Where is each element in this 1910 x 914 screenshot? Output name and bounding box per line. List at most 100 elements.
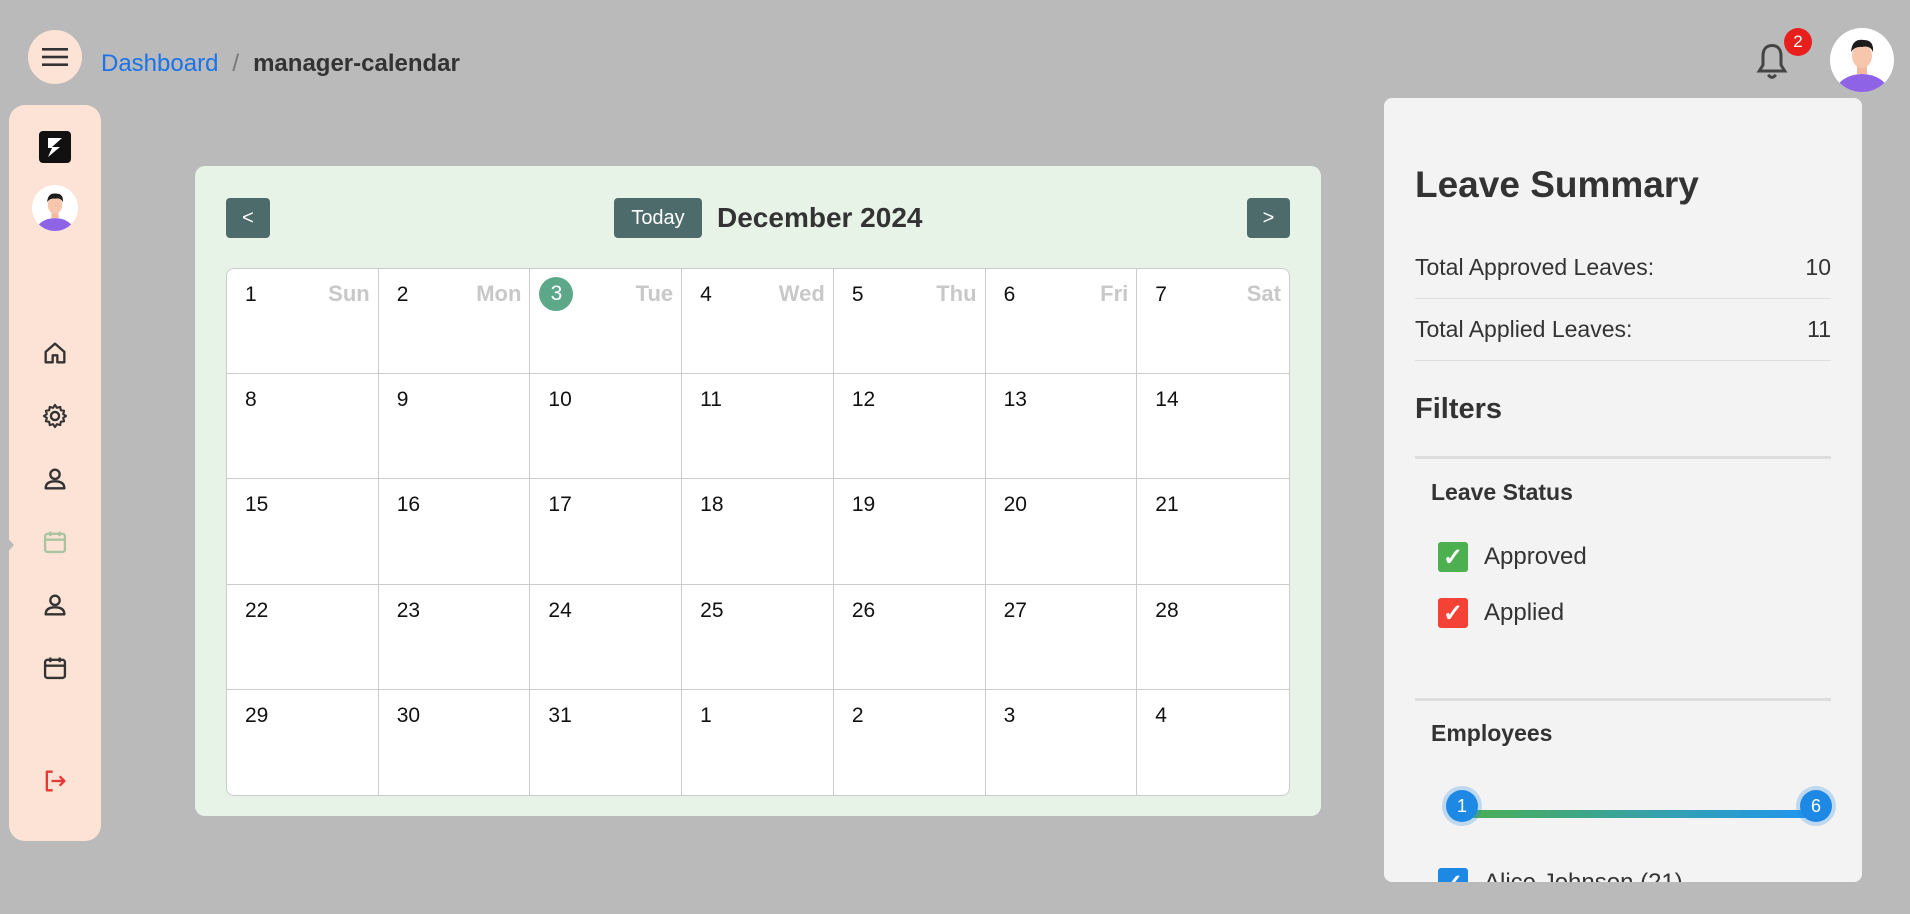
calendar-day-cell[interactable]: 3 bbox=[986, 689, 1138, 795]
calendar-day-cell[interactable]: 16 bbox=[378, 479, 531, 585]
day-number: 22 bbox=[245, 598, 269, 622]
day-number: 16 bbox=[396, 493, 421, 517]
sidebar-item-home[interactable] bbox=[39, 337, 71, 369]
approved-filter[interactable]: ✓ Approved bbox=[1438, 542, 1587, 572]
summary-title: Leave Summary bbox=[1415, 164, 1699, 205]
sidebar bbox=[9, 105, 101, 841]
calendar-day-cell[interactable]: 2 Mon bbox=[378, 269, 531, 375]
next-month-button[interactable]: > bbox=[1247, 198, 1290, 238]
app-logo bbox=[39, 131, 71, 163]
breadcrumb-dashboard-link[interactable]: Dashboard bbox=[101, 50, 218, 78]
calendar-day-cell[interactable]: 8 bbox=[227, 374, 379, 480]
sidebar-avatar[interactable] bbox=[32, 185, 78, 231]
calendar-day-cell[interactable]: 9 bbox=[378, 374, 531, 480]
calendar-day-cell[interactable]: 29 bbox=[227, 689, 379, 795]
sidebar-item-calendar-active[interactable] bbox=[39, 526, 71, 558]
day-number: 7 bbox=[1155, 283, 1167, 306]
calendar-day-cell[interactable]: 12 bbox=[833, 374, 986, 480]
employees-divider bbox=[1415, 698, 1831, 701]
calendar-grid: 1 Sun 2 Mon 3 Tue 4 Wed 5 Thu 6 Fri 7 Sat 8 9 10 11 12 13 14… bbox=[226, 268, 1290, 796]
slider-max-handle[interactable]: 6 bbox=[1800, 790, 1832, 822]
day-number: 14 bbox=[1155, 388, 1179, 412]
employee-range-slider[interactable] bbox=[1462, 810, 1816, 818]
calendar-day-cell[interactable]: 27 bbox=[985, 584, 1138, 690]
employee-filter-item[interactable]: ✓ Alice Johnson (21) bbox=[1438, 868, 1683, 882]
calendar-day-cell[interactable]: 5 Thu bbox=[833, 269, 986, 375]
sidebar-active-indicator bbox=[4, 534, 14, 556]
calendar-day-cell[interactable]: 19 bbox=[833, 479, 986, 585]
calendar-day-cell[interactable]: 30 bbox=[379, 689, 531, 795]
slider-min-handle[interactable]: 1 bbox=[1446, 790, 1478, 822]
calendar-day-cell[interactable]: 22 bbox=[227, 584, 379, 690]
calendar-day-cell[interactable]: 14 bbox=[1137, 374, 1289, 480]
day-number: 4 bbox=[700, 283, 712, 306]
day-number: 19 bbox=[851, 493, 876, 517]
calendar-day-cell[interactable]: 4 bbox=[1137, 690, 1289, 795]
calendar-day-cell[interactable]: 20 bbox=[985, 479, 1138, 585]
day-number: 3 bbox=[539, 277, 574, 311]
day-number: 8 bbox=[245, 388, 257, 412]
day-number: 4 bbox=[1155, 703, 1167, 727]
person-icon bbox=[44, 468, 66, 490]
calendar-day-cell[interactable]: 31 bbox=[530, 689, 683, 795]
hamburger-icon bbox=[42, 48, 68, 66]
calendar-icon bbox=[43, 531, 67, 554]
calendar-day-cell[interactable]: 15 bbox=[227, 479, 379, 585]
day-number: 20 bbox=[1003, 493, 1027, 517]
employee-checkbox[interactable]: ✓ bbox=[1438, 868, 1468, 882]
calendar-day-cell[interactable]: 25 bbox=[682, 584, 834, 690]
breadcrumb-separator: / bbox=[232, 50, 240, 77]
calendar-day-cell[interactable]: 18 bbox=[682, 479, 834, 585]
sidebar-item-leave-calendar[interactable] bbox=[39, 652, 71, 684]
day-number: 24 bbox=[548, 598, 572, 622]
calendar-day-cell[interactable]: 6 Fri bbox=[985, 269, 1138, 375]
sidebar-item-logout[interactable] bbox=[39, 765, 71, 797]
calendar-day-cell[interactable]: 17 bbox=[530, 479, 683, 585]
day-number: 17 bbox=[548, 493, 572, 517]
day-number: 23 bbox=[396, 598, 421, 622]
calendar-icon bbox=[43, 657, 67, 680]
day-number: 3 bbox=[1003, 703, 1016, 727]
calendar-day-cell[interactable]: 13 bbox=[985, 374, 1138, 480]
calendar-day-cell[interactable]: 10 bbox=[530, 374, 683, 480]
leave-status-title: Leave Status bbox=[1431, 479, 1573, 505]
day-number: 1 bbox=[245, 283, 257, 306]
calendar-day-cell[interactable]: 4 Wed bbox=[682, 269, 834, 375]
day-number: 11 bbox=[700, 388, 722, 412]
prev-month-button[interactable]: < bbox=[226, 198, 270, 238]
sidebar-item-profile[interactable] bbox=[39, 463, 71, 495]
employees-title: Employees bbox=[1431, 720, 1553, 746]
applied-filter[interactable]: ✓ Applied bbox=[1438, 598, 1564, 628]
weekday-label: Sun bbox=[328, 281, 370, 306]
calendar-day-cell[interactable]: 21 bbox=[1137, 479, 1289, 585]
approved-checkbox[interactable]: ✓ bbox=[1438, 542, 1468, 572]
logout-icon bbox=[45, 770, 66, 792]
calendar-day-cell[interactable]: 24 bbox=[530, 584, 683, 690]
day-number: 2 bbox=[396, 283, 409, 306]
day-number: 9 bbox=[396, 388, 409, 412]
summary-applied-row: Total Applied Leaves: 11 bbox=[1415, 299, 1831, 361]
calendar-day-cell[interactable]: 1 Sun bbox=[227, 269, 379, 375]
home-icon bbox=[44, 342, 66, 364]
calendar-day-cell[interactable]: 23 bbox=[378, 584, 531, 690]
menu-button[interactable] bbox=[28, 30, 82, 84]
sidebar-item-settings[interactable] bbox=[39, 400, 71, 432]
weekday-label: Thu bbox=[936, 281, 977, 306]
calendar-day-cell[interactable]: 1 bbox=[682, 689, 834, 795]
calendar-day-cell[interactable]: 26 bbox=[833, 584, 986, 690]
sidebar-item-employees[interactable] bbox=[39, 589, 71, 621]
day-number: 13 bbox=[1003, 388, 1027, 412]
today-button[interactable]: Today bbox=[614, 198, 702, 238]
calendar-day-cell[interactable]: 2 bbox=[834, 689, 986, 795]
filters-divider bbox=[1415, 456, 1831, 459]
day-number: 31 bbox=[548, 703, 572, 727]
calendar-day-cell[interactable]: 7 Sat bbox=[1137, 269, 1289, 375]
weekday-label: Sat bbox=[1246, 281, 1281, 306]
applied-checkbox[interactable]: ✓ bbox=[1438, 598, 1468, 628]
approved-value: 10 bbox=[1805, 254, 1831, 280]
calendar-day-cell[interactable]: 28 bbox=[1137, 585, 1289, 690]
calendar-day-cell[interactable]: 3 Tue bbox=[530, 269, 683, 375]
calendar-day-cell[interactable]: 11 bbox=[682, 374, 834, 480]
calendar-card: < Today December 2024 > 1 Sun 2 Mon 3 Tue 4 Wed… bbox=[195, 166, 1321, 816]
user-avatar[interactable] bbox=[1830, 28, 1894, 92]
